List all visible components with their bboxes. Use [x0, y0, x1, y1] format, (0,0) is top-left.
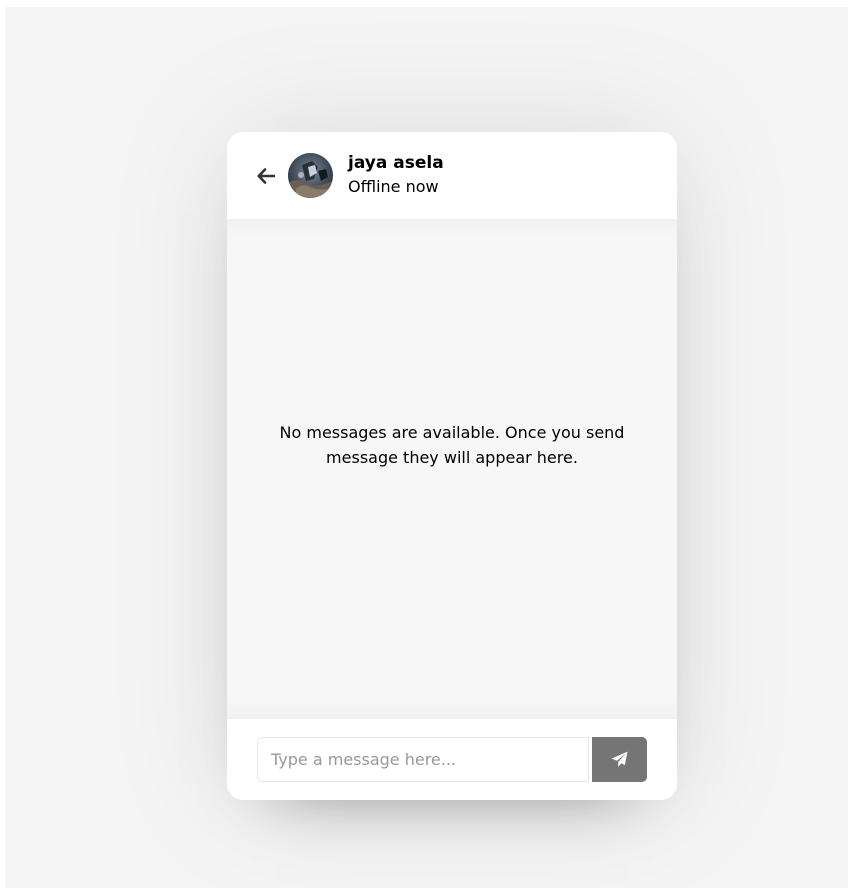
chat-window: jaya asela Offline now No messages are a…: [227, 132, 677, 800]
user-details: jaya asela Offline now: [348, 152, 444, 200]
message-composer: [227, 719, 677, 800]
avatar: [288, 153, 333, 198]
send-button[interactable]: [592, 737, 647, 782]
chat-header: jaya asela Offline now: [227, 132, 677, 219]
back-button[interactable]: [255, 165, 277, 187]
message-input[interactable]: [257, 737, 589, 782]
arrow-left-icon: [257, 167, 275, 184]
paper-plane-icon: [611, 751, 628, 767]
user-name: jaya asela: [348, 152, 444, 173]
chat-messages-area[interactable]: No messages are available. Once you send…: [227, 219, 677, 719]
empty-chat-message: No messages are available. Once you send…: [279, 423, 625, 467]
user-status: Offline now: [348, 176, 439, 196]
page-background: jaya asela Offline now No messages are a…: [5, 7, 848, 888]
